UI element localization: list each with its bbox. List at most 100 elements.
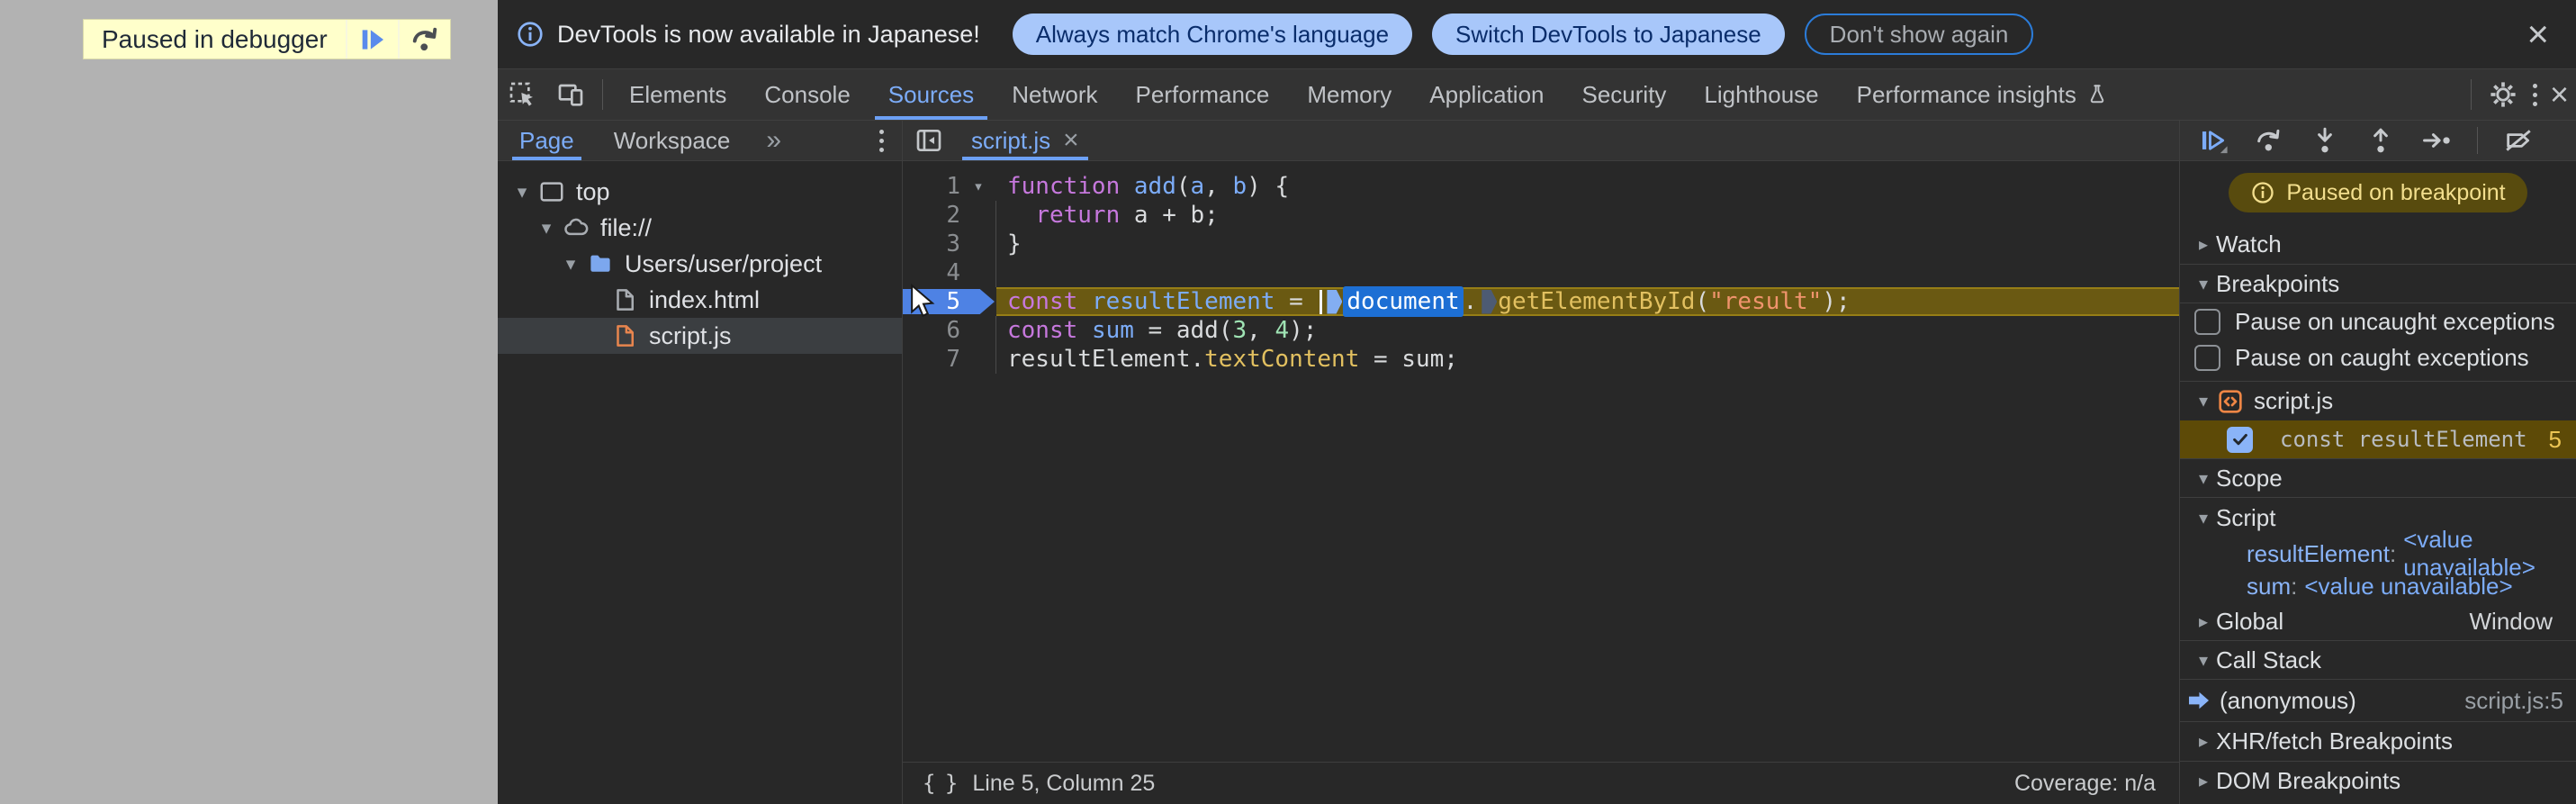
paused-status-badge: Paused on breakpoint: [2229, 173, 2527, 212]
tab-performance[interactable]: Performance: [1117, 69, 1289, 120]
scope-variables: resultElement: <value unavailable> sum: <va…: [2180, 526, 2576, 602]
code-line-text: resultElement. textContent = sum;: [996, 345, 2179, 374]
breakpoint-entry[interactable]: const resultElement = doc⋯ 5: [2180, 420, 2576, 458]
tab-performance-insights[interactable]: Performance insights: [1838, 69, 2128, 120]
pause-caught-checkbox[interactable]: [2194, 344, 2220, 371]
tab-close-icon[interactable]: ×: [1063, 127, 1079, 154]
line-number[interactable]: 2: [903, 202, 964, 229]
step-over-button[interactable]: [2254, 125, 2284, 156]
line-gutter[interactable]: 2: [903, 201, 996, 230]
step-over-button[interactable]: [397, 20, 450, 59]
line-number[interactable]: 3: [903, 230, 964, 257]
tab-application[interactable]: Application: [1410, 69, 1563, 120]
code-editor[interactable]: 1 ▾ function add(a, b) {2 return a + b; 3} 4…: [903, 161, 2179, 762]
expand-arrow-icon[interactable]: ▾: [2191, 273, 2216, 295]
tree-item-script-js[interactable]: script.js: [498, 318, 902, 354]
collapsed-arrow-icon[interactable]: ▸: [2191, 730, 2216, 753]
code-line-text: return a + b;: [996, 201, 2179, 230]
step-button[interactable]: [2421, 125, 2452, 156]
close-devtools-button[interactable]: ×: [2543, 78, 2576, 111]
step-out-button[interactable]: [2365, 125, 2396, 156]
tree-item-label: top: [576, 177, 610, 205]
call-stack-frame[interactable]: (anonymous) script.js:5: [2180, 680, 2576, 721]
pause-caught-row[interactable]: Pause on caught exceptions: [2180, 339, 2576, 375]
breakpoints-section-header[interactable]: ▾ Breakpoints: [2180, 264, 2576, 303]
line-gutter[interactable]: 3: [903, 230, 996, 258]
resume-script-button[interactable]: [345, 20, 398, 59]
inline-breakpoint-marker[interactable]: [1482, 289, 1498, 314]
expand-arrow-icon[interactable]: ▾: [510, 181, 534, 203]
collapsed-arrow-icon[interactable]: ▸: [2191, 610, 2216, 633]
line-number[interactable]: 4: [903, 259, 964, 286]
inline-breakpoint-marker[interactable]: [1327, 289, 1343, 314]
deactivate-breakpoints-button[interactable]: [2503, 125, 2534, 156]
line-gutter[interactable]: 7: [903, 345, 996, 374]
tree-item-label: index.html: [649, 285, 761, 313]
navigator-menu-button[interactable]: [874, 129, 889, 152]
tab-sources[interactable]: Sources: [869, 69, 993, 120]
expand-arrow-icon[interactable]: ▾: [2191, 507, 2216, 529]
fold-arrow-icon[interactable]: ▾: [964, 172, 993, 201]
code-token: return: [1035, 202, 1121, 229]
tab-label: Performance insights: [1856, 80, 2076, 108]
line-gutter[interactable]: 6: [903, 316, 996, 345]
line-number[interactable]: 7: [903, 346, 964, 373]
colon: :: [2389, 539, 2397, 567]
xhr-breakpoints-section[interactable]: ▸ XHR/fetch Breakpoints: [2180, 721, 2576, 761]
tab-security[interactable]: Security: [1563, 69, 1686, 120]
resume-script-button[interactable]: [2198, 125, 2229, 156]
call-stack-section-header[interactable]: ▾ Call Stack: [2180, 640, 2576, 680]
more-options-button[interactable]: [2527, 83, 2543, 106]
expand-arrow-icon[interactable]: ▾: [2191, 467, 2216, 490]
inspect-element-button[interactable]: [498, 69, 546, 121]
breakpoint-checkbox[interactable]: [2227, 426, 2253, 453]
tree-item-file-[interactable]: ▾ file://: [498, 210, 902, 246]
step-into-icon: [2318, 127, 2332, 153]
resume-icon: [357, 24, 388, 55]
expand-arrow-icon[interactable]: ▾: [559, 253, 582, 276]
pause-uncaught-checkbox[interactable]: [2194, 308, 2220, 335]
cursor-position: Line 5, Column 25: [972, 770, 1156, 796]
breakpoint-file-group[interactable]: ▾ script.js: [2180, 381, 2576, 420]
pretty-print-button[interactable]: { }: [923, 771, 958, 796]
tab-label: Security: [1581, 80, 1667, 108]
tree-item-index-html[interactable]: index.html: [498, 282, 902, 318]
code-token: .: [1190, 346, 1205, 373]
scope-section-header[interactable]: ▾ Scope: [2180, 458, 2576, 498]
code-line-text: [996, 258, 2179, 287]
switch-devtools-japanese-button[interactable]: Switch DevTools to Japanese: [1432, 14, 1785, 55]
scope-global-group[interactable]: ▸ Global Window: [2180, 602, 2576, 640]
editor-tab-script-js[interactable]: script.js ×: [955, 121, 1095, 160]
step-into-button[interactable]: [2310, 125, 2340, 156]
collapsed-arrow-icon[interactable]: ▸: [2191, 770, 2216, 792]
line-number[interactable]: 1: [903, 173, 964, 200]
tab-network[interactable]: Network: [993, 69, 1116, 120]
navigator-tab-workspace[interactable]: Workspace: [610, 121, 734, 160]
pause-uncaught-row[interactable]: Pause on uncaught exceptions: [2180, 303, 2576, 339]
hide-navigator-button[interactable]: [903, 121, 955, 160]
line-number[interactable]: 6: [903, 317, 964, 344]
device-toolbar-button[interactable]: [546, 69, 595, 121]
tab-lighthouse[interactable]: Lighthouse: [1685, 69, 1837, 120]
settings-button[interactable]: [2479, 69, 2527, 121]
tree-item-users-user-project[interactable]: ▾ Users/user/project: [498, 246, 902, 282]
always-match-language-button[interactable]: Always match Chrome's language: [1012, 14, 1413, 55]
expand-arrow-icon[interactable]: ▾: [535, 217, 558, 239]
tab-elements[interactable]: Elements: [610, 69, 745, 120]
expand-arrow-icon[interactable]: ▾: [2191, 649, 2216, 672]
scope-variable-resultElement[interactable]: resultElement: <value unavailable>: [2180, 526, 2576, 581]
tab-console[interactable]: Console: [745, 69, 869, 120]
watch-section[interactable]: ▸ Watch: [2180, 224, 2576, 264]
dont-show-again-button[interactable]: Don't show again: [1804, 14, 2034, 55]
debugger-toolbar: [2180, 121, 2576, 161]
tab-memory[interactable]: Memory: [1288, 69, 1410, 120]
navigator-tab-page[interactable]: Page: [512, 121, 581, 160]
more-tabs-button[interactable]: »: [766, 125, 781, 156]
dom-breakpoints-section[interactable]: ▸ DOM Breakpoints: [2180, 761, 2576, 800]
collapsed-arrow-icon[interactable]: ▸: [2191, 233, 2216, 256]
tab-label: Performance: [1135, 80, 1270, 108]
expand-arrow-icon[interactable]: ▾: [2191, 390, 2216, 412]
line-gutter[interactable]: 1 ▾: [903, 172, 996, 201]
tree-item-top[interactable]: ▾ top: [498, 174, 902, 210]
infobar-close-icon[interactable]: ×: [2521, 15, 2554, 53]
